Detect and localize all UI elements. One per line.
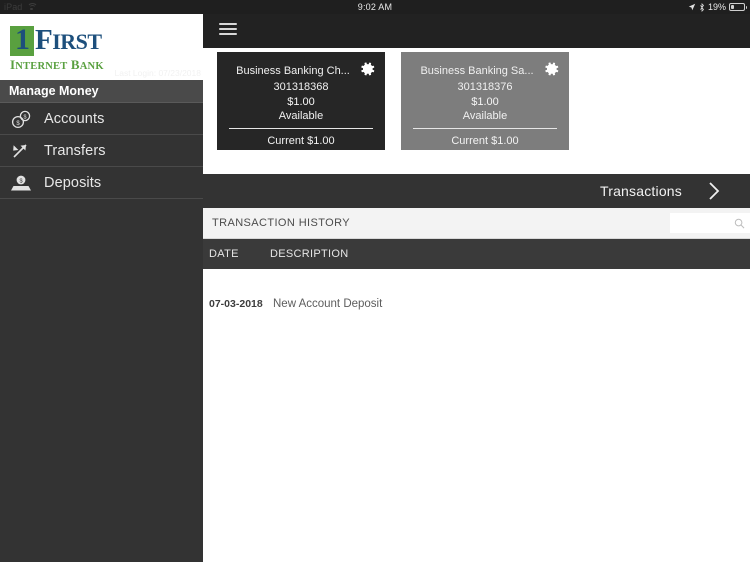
sidebar-item-transfers-label: Transfers: [44, 142, 106, 159]
account-available-balance: $1.00: [471, 96, 499, 108]
transactions-nav-button[interactable]: Transactions: [203, 174, 750, 208]
bluetooth-icon: [700, 2, 704, 12]
card-divider: [413, 128, 557, 129]
transaction-columns-header: DATE DESCRIPTION: [203, 239, 750, 269]
svg-text:$: $: [16, 121, 20, 127]
search-icon: [734, 218, 745, 229]
transaction-date: 07-03-2018: [209, 298, 263, 310]
logo-first-text: FIRST: [35, 24, 102, 56]
app-root: iPad 9:02 AM 19% FIRST: [0, 0, 750, 562]
transfer-arrows-icon: [10, 140, 36, 162]
account-cards-area: Business Banking Ch... 301318368 $1.00 A…: [203, 48, 750, 174]
sidebar-item-accounts-label: Accounts: [44, 110, 105, 127]
column-header-date: DATE: [209, 248, 239, 260]
account-current-balance: Current $1.00: [267, 135, 335, 147]
gear-icon[interactable]: [544, 61, 560, 77]
transaction-history-title: TRANSACTION HISTORY: [212, 217, 350, 229]
chevron-right-icon[interactable]: [708, 182, 720, 200]
app-top-bar: [203, 14, 750, 48]
coins-icon: $ $: [10, 108, 36, 130]
first-internet-bank-logo: FIRST INTERNET BANK: [10, 24, 190, 73]
transaction-description: New Account Deposit: [273, 298, 383, 310]
transaction-list-empty-space: [203, 317, 750, 527]
battery-percent-label: 19%: [707, 2, 726, 12]
transaction-history-header: TRANSACTION HISTORY: [203, 208, 750, 239]
brand-logo-area: FIRST INTERNET BANK Last Login: 07/23/20…: [0, 14, 203, 80]
location-arrow-icon: [688, 3, 696, 11]
sidebar-item-deposits[interactable]: $ Deposits: [0, 167, 203, 199]
account-available-label: Available: [278, 110, 324, 122]
sidebar-item-deposits-label: Deposits: [44, 174, 102, 191]
account-number: 301318376: [457, 81, 513, 93]
search-input[interactable]: [670, 213, 750, 233]
logo-numeral-one-icon: [10, 25, 34, 56]
sidebar-item-transfers[interactable]: Transfers: [0, 135, 203, 167]
sidebar-section-manage-money: Manage Money: [0, 80, 203, 103]
account-card-checking[interactable]: Business Banking Ch... 301318368 $1.00 A…: [217, 52, 385, 150]
status-bar-right: 19%: [688, 0, 747, 14]
account-available-label: Available: [462, 110, 508, 122]
transaction-list: 07-03-2018 New Account Deposit: [203, 269, 750, 527]
card-divider: [229, 128, 373, 129]
table-row[interactable]: 07-03-2018 New Account Deposit: [203, 269, 750, 317]
main-content: Business Banking Ch... 301318368 $1.00 A…: [203, 14, 750, 562]
account-card-savings[interactable]: Business Banking Sa... 301318376 $1.00 A…: [401, 52, 569, 150]
deposit-inbox-icon: $: [10, 172, 36, 194]
sidebar: FIRST INTERNET BANK Last Login: 07/23/20…: [0, 14, 203, 562]
svg-text:$: $: [24, 114, 27, 120]
status-bar-time: 9:02 AM: [357, 2, 393, 12]
sidebar-item-accounts[interactable]: $ $ Accounts: [0, 103, 203, 135]
column-header-description: DESCRIPTION: [270, 248, 349, 260]
hamburger-menu-icon[interactable]: [219, 23, 237, 38]
last-login-text: Last Login: 07/23/2018: [114, 68, 202, 78]
ios-status-bar: iPad 9:02 AM 19%: [0, 0, 750, 14]
gear-icon[interactable]: [360, 61, 376, 77]
transactions-label: Transactions: [599, 183, 682, 199]
battery-low-icon: [729, 3, 747, 11]
account-number: 301318368: [273, 81, 329, 93]
account-available-balance: $1.00: [287, 96, 315, 108]
account-current-balance: Current $1.00: [451, 135, 519, 147]
logo-wordmark-row: FIRST: [10, 24, 190, 56]
